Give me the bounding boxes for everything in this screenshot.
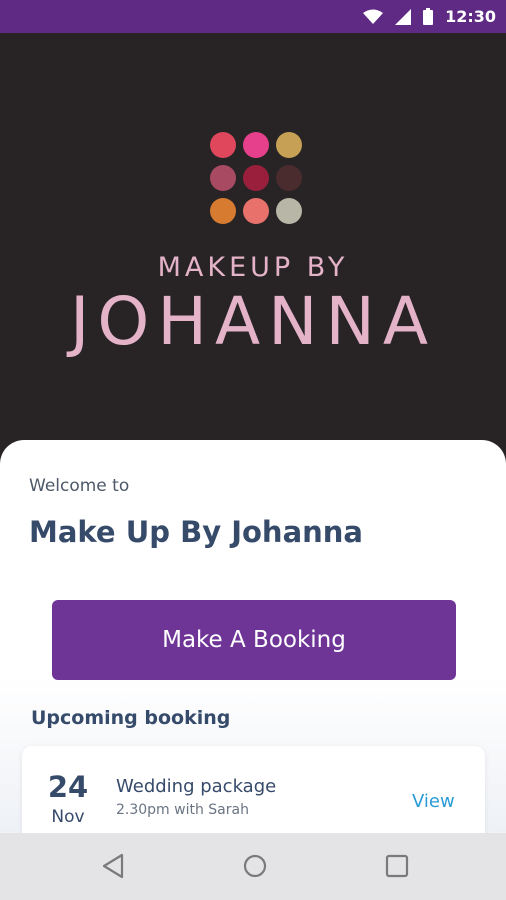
status-time: 12:30 — [445, 7, 496, 26]
palette-logo-icon — [210, 132, 302, 224]
palette-dot — [210, 132, 236, 158]
booking-day: 24 — [47, 770, 89, 804]
palette-dot — [276, 132, 302, 158]
view-booking-link[interactable]: View — [412, 791, 455, 812]
wifi-icon — [363, 9, 384, 25]
brand-name-line2: JOHANNA — [69, 283, 437, 360]
brand-name-line1: MAKEUP BY — [157, 252, 349, 283]
booking-detail: 2.30pm with Sarah — [116, 802, 249, 818]
palette-dot — [243, 132, 269, 158]
back-icon[interactable] — [98, 851, 128, 881]
battery-icon — [423, 8, 434, 25]
booking-card[interactable]: 24 Nov Wedding package 2.30pm with Sarah… — [22, 746, 485, 833]
palette-dot — [210, 198, 236, 224]
app-title: Make Up By Johanna — [29, 515, 363, 549]
booking-title: Wedding package — [116, 776, 277, 797]
palette-dot — [243, 198, 269, 224]
welcome-text: Welcome to — [29, 476, 130, 496]
home-card: Welcome to Make Up By Johanna Make A Boo… — [0, 440, 506, 833]
signal-icon — [395, 8, 412, 25]
brand-hero — [0, 33, 506, 453]
navigation-bar — [0, 833, 506, 900]
palette-dot — [243, 165, 269, 191]
upcoming-booking-heading: Upcoming booking — [31, 707, 231, 729]
palette-dot — [210, 165, 236, 191]
booking-month: Nov — [51, 807, 85, 827]
home-icon[interactable] — [240, 851, 270, 881]
status-bar: 12:30 — [0, 0, 506, 33]
palette-dot — [276, 165, 302, 191]
recents-icon[interactable] — [382, 851, 412, 881]
make-booking-button[interactable]: Make A Booking — [52, 600, 456, 680]
palette-dot — [276, 198, 302, 224]
